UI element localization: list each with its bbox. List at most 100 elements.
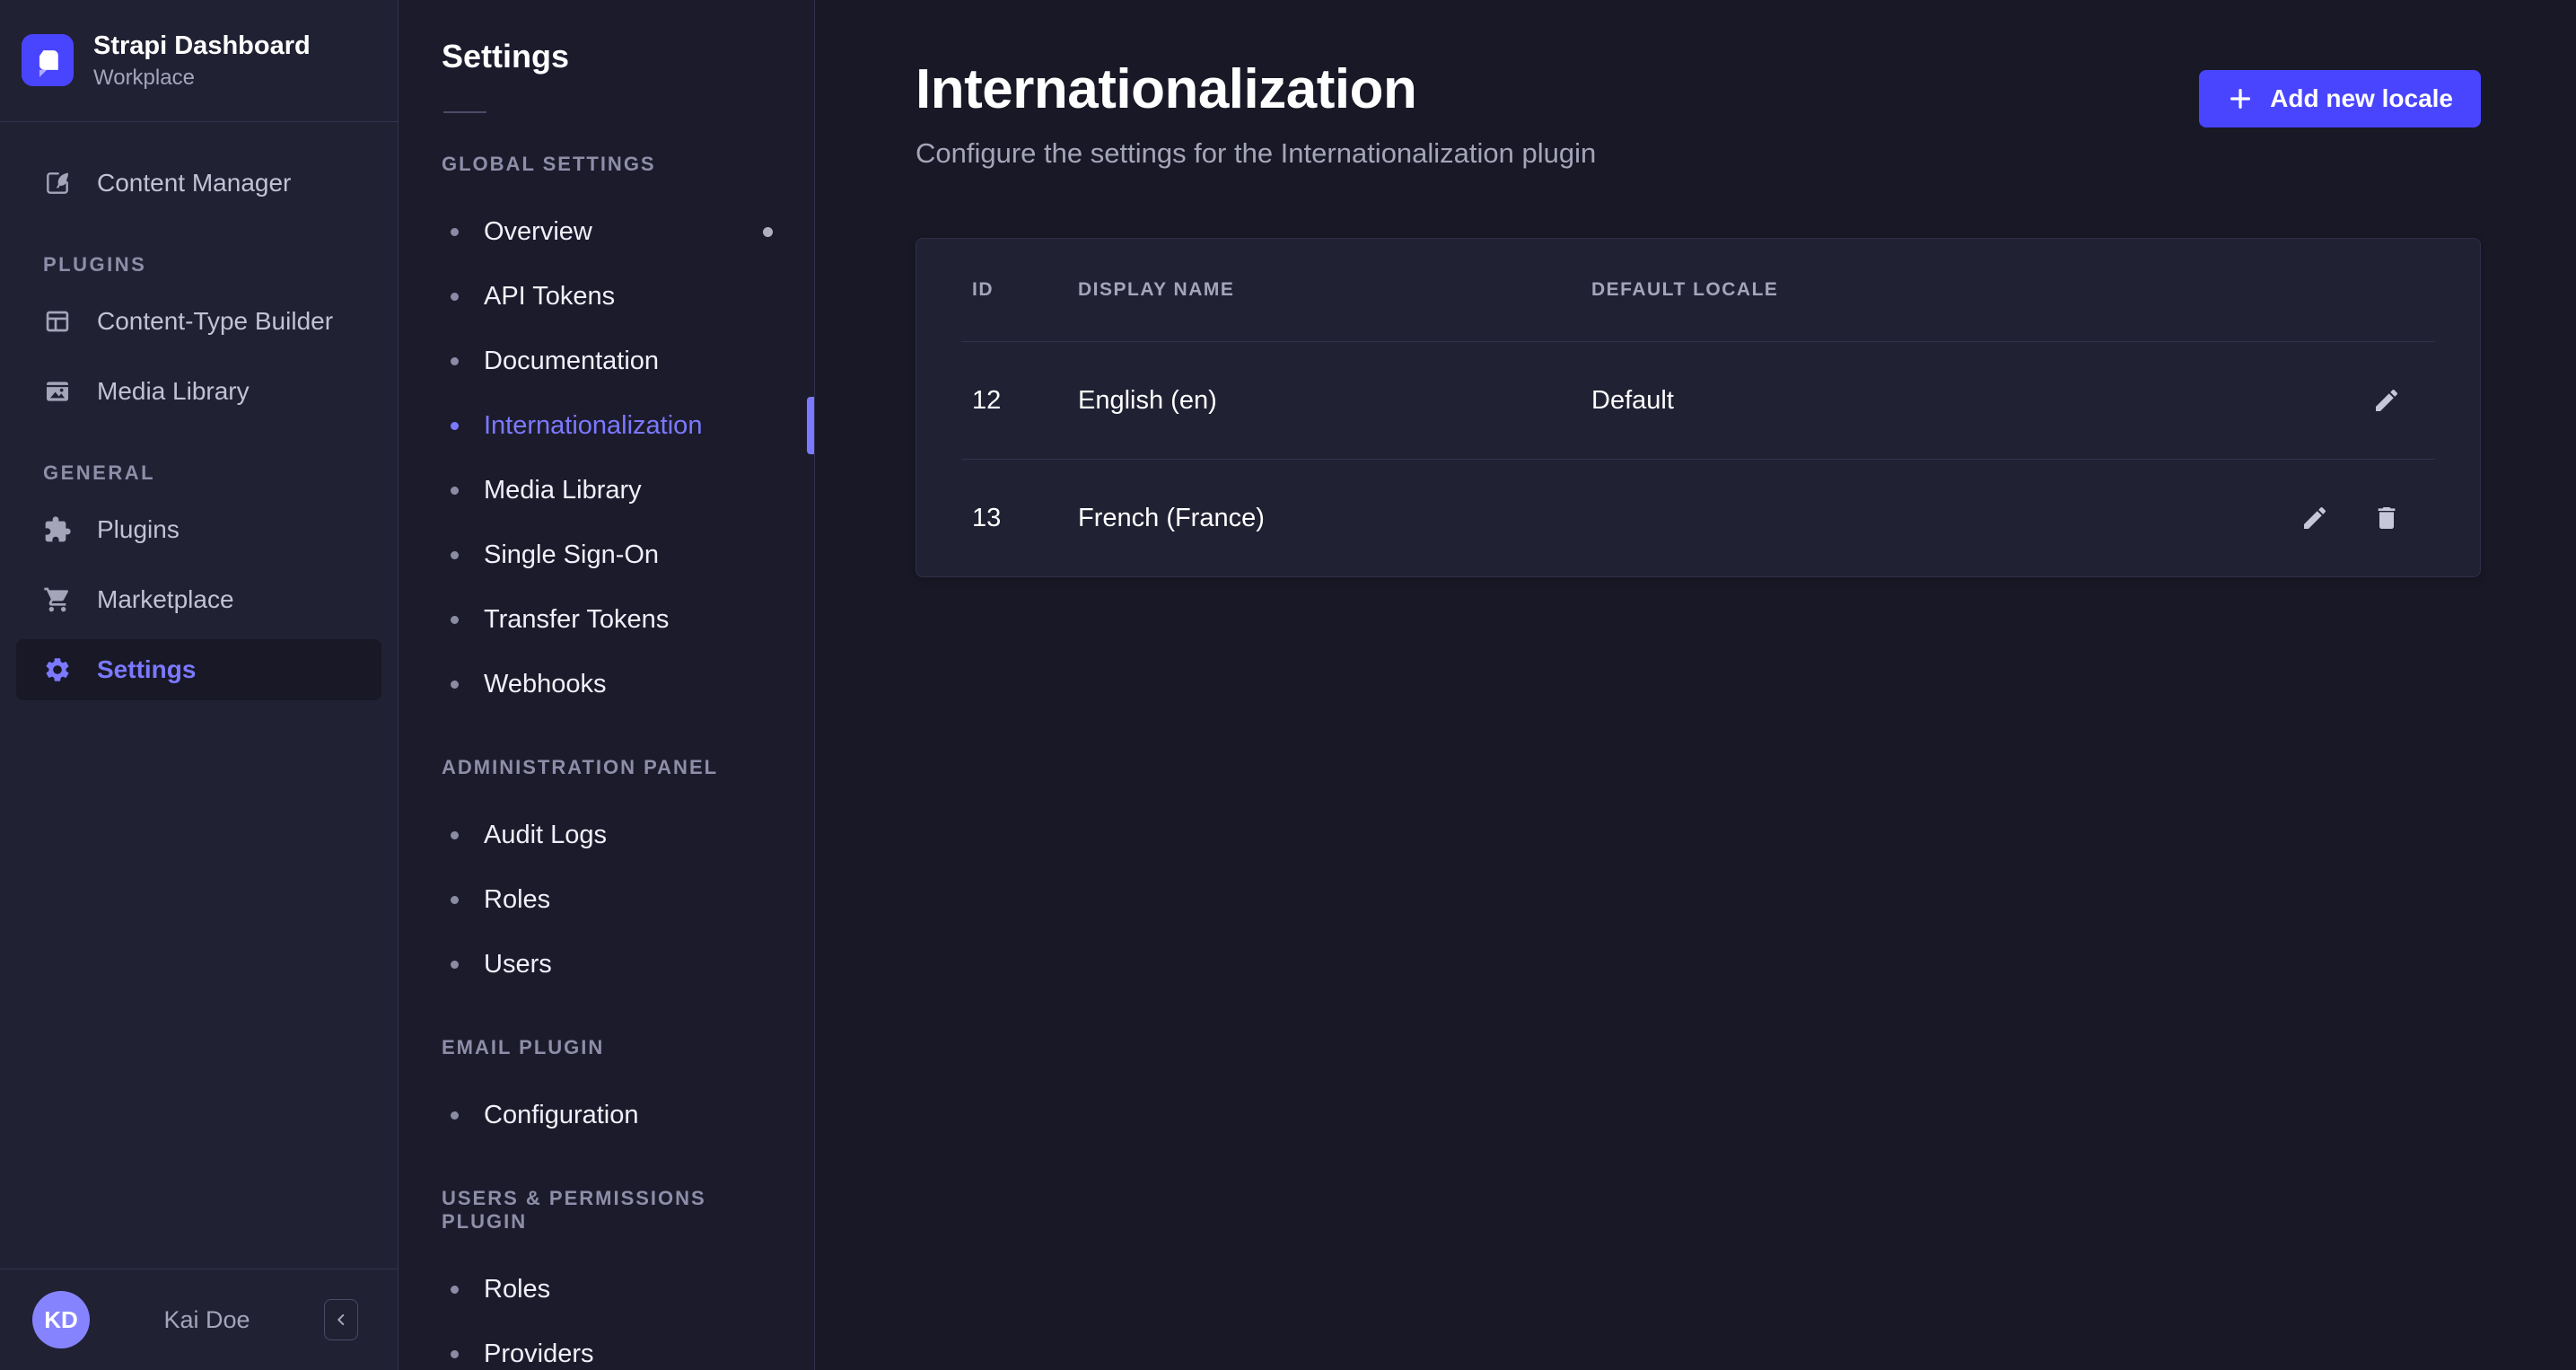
bullet-icon — [451, 422, 459, 430]
main-nav-items: Content Manager PLUGINS Content-Type Bui… — [0, 122, 398, 1269]
subnav-item-label: Documentation — [484, 347, 659, 376]
bullet-icon — [451, 357, 459, 365]
subnav-item-configuration[interactable]: Configuration — [399, 1083, 814, 1147]
subnav-item-label: Providers — [484, 1339, 594, 1369]
subnav-item-label: Audit Logs — [484, 821, 607, 850]
bullet-icon — [451, 1350, 459, 1358]
subnav-item-label: Transfer Tokens — [484, 605, 669, 635]
cart-icon — [43, 585, 72, 614]
subnav-item-label: Roles — [484, 1275, 550, 1304]
locales-table: ID DISPLAY NAME DEFAULT LOCALE 12 Englis… — [916, 238, 2481, 577]
nav-item-content-type-builder[interactable]: Content-Type Builder — [16, 291, 381, 352]
nav-item-label: Media Library — [97, 377, 250, 406]
column-header-default-locale: DEFAULT LOCALE — [1591, 279, 2204, 301]
subnav-item-admin-roles[interactable]: Roles — [399, 867, 814, 932]
collapse-sidebar-button[interactable] — [324, 1299, 358, 1340]
subnav-item-webhooks[interactable]: Webhooks — [399, 652, 814, 716]
subnav-item-single-sign-on[interactable]: Single Sign-On — [399, 523, 814, 587]
subnav-item-overview[interactable]: Overview — [399, 199, 814, 264]
avatar[interactable]: KD — [32, 1291, 90, 1348]
subnav-item-media-library[interactable]: Media Library — [399, 458, 814, 523]
brand-text: Strapi Dashboard Workplace — [93, 31, 311, 91]
workspace-brand[interactable]: Strapi Dashboard Workplace — [0, 0, 398, 122]
media-library-icon — [43, 377, 72, 406]
subnav-section-email-plugin: EMAIL PLUGIN — [442, 1036, 771, 1059]
main-content: Internationalization Configure the setti… — [815, 0, 2576, 1370]
subnav-item-label: Users — [484, 950, 552, 979]
nav-section-plugins: PLUGINS — [43, 253, 355, 277]
bullet-icon — [451, 896, 459, 904]
table-header-row: ID DISPLAY NAME DEFAULT LOCALE — [916, 239, 2480, 341]
row-actions — [2204, 386, 2401, 415]
subnav-item-documentation[interactable]: Documentation — [399, 329, 814, 393]
bullet-icon — [451, 681, 459, 689]
subnav-item-label: Internationalization — [484, 411, 702, 441]
page-header: Internationalization Configure the setti… — [916, 57, 2481, 170]
nav-item-marketplace[interactable]: Marketplace — [16, 569, 381, 630]
content-manager-icon — [43, 169, 72, 198]
edit-locale-button[interactable] — [2300, 504, 2329, 532]
page-subtitle: Configure the settings for the Internati… — [916, 137, 1596, 170]
subnav-list-users-permissions: Roles Providers — [399, 1257, 814, 1370]
nav-item-plugins[interactable]: Plugins — [16, 499, 381, 560]
subnav-list-email: Configuration — [399, 1083, 814, 1147]
pencil-icon — [2372, 386, 2401, 415]
bullet-icon — [451, 1111, 459, 1120]
pencil-icon — [2300, 504, 2329, 532]
bullet-icon — [451, 831, 459, 839]
strapi-logo-icon — [22, 34, 74, 86]
subnav-divider — [443, 111, 486, 113]
notification-dot — [763, 227, 773, 237]
column-header-display-name: DISPLAY NAME — [1078, 279, 1591, 301]
cell-default-locale: Default — [1591, 386, 2204, 416]
bullet-icon — [451, 1286, 459, 1294]
table-row: 12 English (en) Default — [916, 342, 2480, 459]
cell-id: 13 — [972, 504, 1078, 533]
subnav-item-users[interactable]: Users — [399, 932, 814, 997]
page-title: Internationalization — [916, 57, 1596, 121]
subnav-section-global-settings: GLOBAL SETTINGS — [442, 153, 771, 176]
nav-item-content-manager[interactable]: Content Manager — [16, 153, 381, 214]
subnav-item-label: Media Library — [484, 476, 642, 505]
subnav-title: Settings — [442, 38, 814, 75]
subnav-item-transfer-tokens[interactable]: Transfer Tokens — [399, 587, 814, 652]
subnav-item-label: Roles — [484, 885, 550, 915]
settings-subnav: Settings GLOBAL SETTINGS Overview API To… — [399, 0, 815, 1370]
subnav-item-providers[interactable]: Providers — [399, 1322, 814, 1370]
subnav-section-users-permissions-plugin: USERS & PERMISSIONS PLUGIN — [442, 1187, 771, 1234]
content-type-builder-icon — [43, 307, 72, 336]
active-page-indicator — [807, 397, 814, 454]
page-header-text: Internationalization Configure the setti… — [916, 57, 1596, 170]
nav-item-label: Marketplace — [97, 585, 234, 614]
plus-icon — [2227, 85, 2254, 112]
nav-item-media-library[interactable]: Media Library — [16, 361, 381, 422]
user-name: Kai Doe — [108, 1306, 306, 1334]
nav-item-label: Settings — [97, 655, 196, 684]
subnav-list-admin: Audit Logs Roles Users — [399, 803, 814, 997]
add-new-locale-button[interactable]: Add new locale — [2199, 70, 2481, 127]
delete-locale-button[interactable] — [2372, 504, 2401, 532]
gear-icon — [43, 655, 72, 684]
subnav-item-label: Overview — [484, 217, 592, 247]
workspace-title: Strapi Dashboard — [93, 31, 311, 62]
nav-section-general: GENERAL — [43, 461, 355, 485]
workspace-subtitle: Workplace — [93, 66, 311, 91]
subnav-item-label: Webhooks — [484, 670, 607, 699]
subnav-section-administration-panel: ADMINISTRATION PANEL — [442, 756, 771, 779]
bullet-icon — [451, 228, 459, 236]
subnav-item-internationalization[interactable]: Internationalization — [399, 393, 814, 458]
edit-locale-button[interactable] — [2372, 386, 2401, 415]
nav-item-settings[interactable]: Settings — [16, 639, 381, 700]
subnav-item-audit-logs[interactable]: Audit Logs — [399, 803, 814, 867]
nav-item-label: Plugins — [97, 515, 180, 544]
chevron-left-icon — [331, 1310, 351, 1330]
subnav-item-api-tokens[interactable]: API Tokens — [399, 264, 814, 329]
bullet-icon — [451, 961, 459, 969]
subnav-item-up-roles[interactable]: Roles — [399, 1257, 814, 1322]
subnav-item-label: Configuration — [484, 1101, 639, 1130]
subnav-item-label: API Tokens — [484, 282, 615, 312]
table-row: 13 French (France) — [916, 460, 2480, 576]
subnav-item-label: Single Sign-On — [484, 540, 659, 570]
bullet-icon — [451, 616, 459, 624]
nav-item-label: Content-Type Builder — [97, 307, 333, 336]
